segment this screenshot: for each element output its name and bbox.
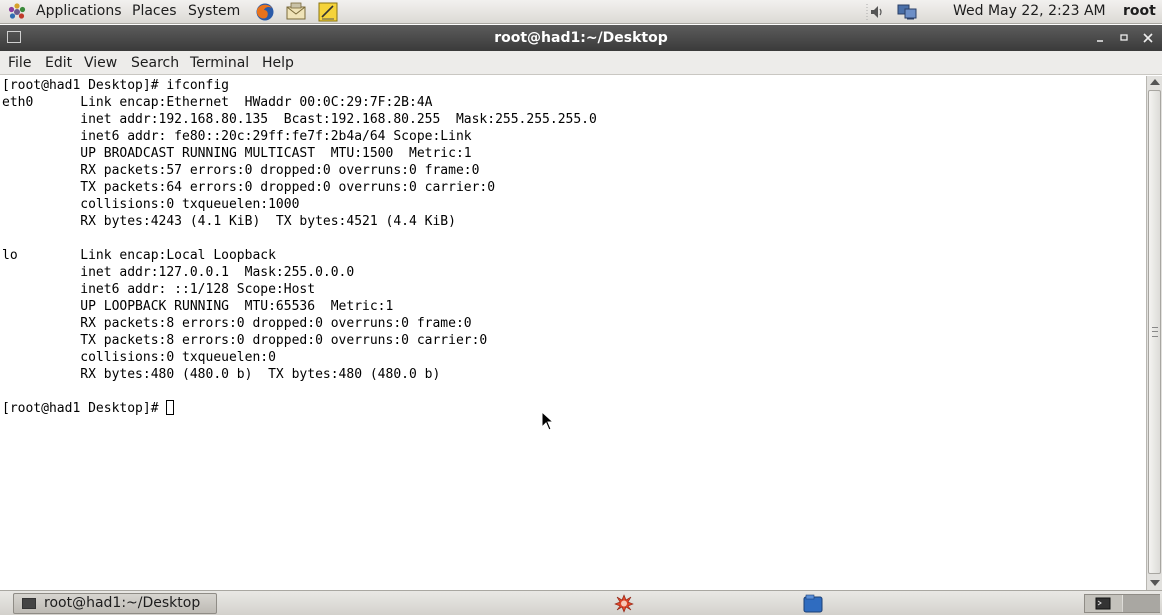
network-icon[interactable] — [896, 3, 920, 21]
terminal-line: RX packets:8 errors:0 dropped:0 overruns… — [2, 316, 472, 331]
workspace-2[interactable] — [1123, 595, 1160, 612]
workspace-1[interactable] — [1085, 595, 1122, 612]
close-button[interactable] — [1139, 29, 1157, 47]
file-manager-icon[interactable] — [803, 594, 823, 613]
terminal-line: collisions:0 txqueuelen:1000 — [2, 197, 308, 212]
menu-search[interactable]: Search — [131, 51, 179, 75]
window-title: root@had1:~/Desktop — [494, 30, 668, 46]
user-name[interactable]: root — [1123, 0, 1156, 24]
text-cursor — [166, 400, 175, 415]
terminal-line: RX bytes:4243 (4.1 KiB) TX bytes:4521 (4… — [2, 214, 456, 229]
firefox-icon[interactable] — [254, 2, 276, 22]
top-panel: Applications Places System Wed May 22, 2… — [0, 0, 1162, 24]
terminal-line: [root@had1 Desktop]# ifconfig — [2, 78, 229, 93]
taskbar-label: root@had1:~/Desktop — [44, 595, 201, 611]
vertical-scrollbar[interactable] — [1146, 76, 1162, 590]
terminal-line: collisions:0 txqueuelen:0 — [2, 350, 284, 365]
scrollbar-thumb[interactable] — [1148, 90, 1161, 574]
terminal-line: UP LOOPBACK RUNNING MTU:65536 Metric:1 — [2, 299, 394, 314]
terminal-icon — [1095, 597, 1111, 610]
places-menu[interactable]: Places — [132, 0, 177, 24]
terminal-line: inet6 addr: ::1/128 Scope:Host — [2, 282, 316, 297]
terminal-line: inet addr:127.0.0.1 Mask:255.0.0.0 — [2, 265, 355, 280]
terminal-output[interactable]: [root@had1 Desktop]# ifconfig eth0 Link … — [0, 76, 1146, 590]
scrollbar-grip-icon — [1152, 327, 1158, 337]
menu-help[interactable]: Help — [262, 51, 294, 75]
maximize-button[interactable] — [1115, 29, 1133, 47]
scroll-down-arrow-icon[interactable] — [1150, 580, 1160, 586]
menu-view[interactable]: View — [84, 51, 117, 75]
menu-terminal[interactable]: Terminal — [190, 51, 249, 75]
mouse-pointer-icon — [541, 411, 555, 431]
gnome-foot-icon[interactable] — [8, 3, 26, 21]
terminal-icon — [22, 598, 36, 609]
terminal-line: inet6 addr: fe80::20c:29ff:fe7f:2b4a/64 … — [2, 129, 472, 144]
bottom-panel: root@had1:~/Desktop — [0, 590, 1162, 615]
window-title-bar[interactable]: root@had1:~/Desktop — [0, 25, 1162, 51]
scroll-up-arrow-icon[interactable] — [1150, 79, 1160, 85]
volume-icon[interactable] — [866, 3, 888, 21]
shell-prompt: [root@had1 Desktop]# — [2, 401, 167, 416]
minimize-icon — [1097, 40, 1103, 42]
applications-menu[interactable]: Applications — [36, 0, 122, 24]
email-client-icon[interactable] — [285, 2, 307, 22]
system-menu[interactable]: System — [188, 0, 240, 24]
terminal-text: [root@had1 Desktop]# ifconfig eth0 Link … — [2, 77, 597, 417]
close-icon — [1143, 33, 1153, 43]
terminal-line: RX packets:57 errors:0 dropped:0 overrun… — [2, 163, 480, 178]
terminal-line: eth0 Link encap:Ethernet HWaddr 00:0C:29… — [2, 95, 449, 110]
taskbar-terminal-button[interactable]: root@had1:~/Desktop — [13, 593, 217, 614]
minimize-button[interactable] — [1091, 29, 1109, 47]
terminal-line: UP BROADCAST RUNNING MULTICAST MTU:1500 … — [2, 146, 472, 161]
terminal-line: RX bytes:480 (480.0 b) TX bytes:480 (480… — [2, 367, 441, 382]
terminal-line: TX packets:64 errors:0 dropped:0 overrun… — [2, 180, 496, 195]
terminal-line: lo Link encap:Local Loopback — [2, 248, 292, 263]
terminal-line: TX packets:8 errors:0 dropped:0 overruns… — [2, 333, 488, 348]
clock[interactable]: Wed May 22, 2:23 AM — [953, 0, 1106, 24]
text-editor-icon[interactable] — [317, 2, 339, 22]
terminal-line: inet addr:192.168.80.135 Bcast:192.168.8… — [2, 112, 597, 127]
menu-file[interactable]: File — [8, 51, 31, 75]
menu-edit[interactable]: Edit — [45, 51, 72, 75]
status-star-icon[interactable] — [614, 594, 634, 613]
menu-bar: File Edit View Search Terminal Help — [0, 51, 1162, 75]
maximize-icon — [1120, 34, 1128, 41]
workspace-switcher[interactable] — [1084, 594, 1160, 613]
